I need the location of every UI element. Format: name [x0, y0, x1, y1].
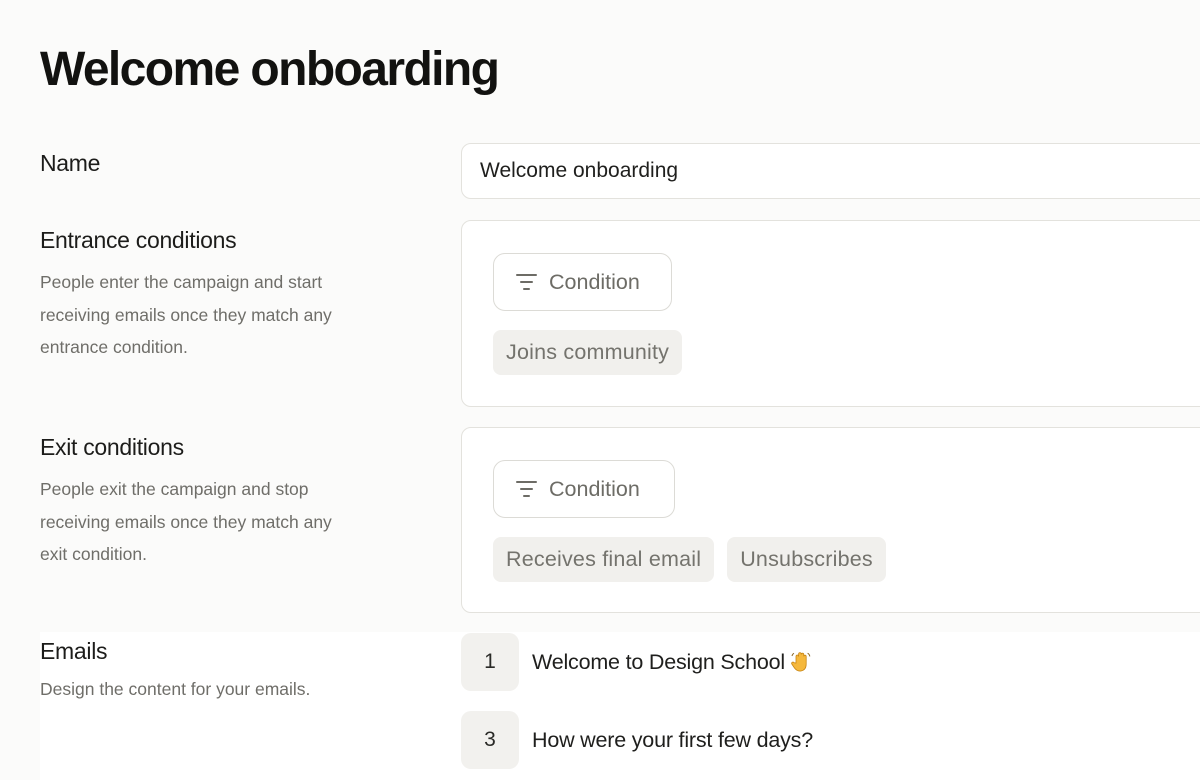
entrance-conditions-description: People enter the campaign and start rece…	[40, 272, 332, 357]
campaign-name-input[interactable]: Welcome onboarding	[461, 143, 1200, 199]
filter-icon	[516, 274, 538, 290]
email-item[interactable]: 1 Welcome to Design School	[461, 633, 813, 691]
condition-chip-unsubscribes[interactable]: Unsubscribes	[727, 537, 886, 582]
email-number-badge: 1	[461, 633, 519, 691]
email-title: Welcome to Design School	[532, 650, 813, 675]
add-exit-condition-button[interactable]: Condition	[493, 460, 675, 518]
waving-hand-icon	[791, 652, 811, 672]
page-title: Welcome onboarding	[40, 43, 500, 96]
email-title: How were your first few days?	[532, 728, 813, 753]
condition-chip-joins-community[interactable]: Joins community	[493, 330, 683, 375]
email-title-text: Welcome to Design School	[532, 649, 785, 674]
email-number-badge: 3	[461, 711, 519, 769]
condition-button-label: Condition	[549, 269, 640, 294]
filter-icon	[516, 481, 538, 497]
entrance-condition-chips: Joins community	[493, 330, 683, 375]
exit-conditions-panel: Condition Receives final email Unsubscri…	[461, 427, 1200, 613]
email-title-text: How were your first few days?	[532, 727, 813, 752]
condition-chip-receives-final-email[interactable]: Receives final email	[493, 537, 715, 582]
email-item[interactable]: 3 How were your first few days?	[461, 711, 813, 769]
emails-label: Emails	[40, 638, 108, 664]
exit-conditions-label: Exit conditions	[40, 434, 184, 460]
campaign-settings-page: Welcome onboarding Name Welcome onboardi…	[0, 0, 1200, 780]
exit-conditions-description: People exit the campaign and stop receiv…	[40, 479, 332, 564]
condition-button-label: Condition	[549, 476, 640, 501]
name-label: Name	[40, 150, 101, 176]
add-entrance-condition-button[interactable]: Condition	[493, 253, 672, 311]
entrance-conditions-panel: Condition Joins community	[461, 220, 1200, 407]
emails-description: Design the content for your emails.	[40, 679, 311, 699]
entrance-conditions-label: Entrance conditions	[40, 227, 237, 253]
exit-condition-chips: Receives final email Unsubscribes	[493, 537, 886, 582]
